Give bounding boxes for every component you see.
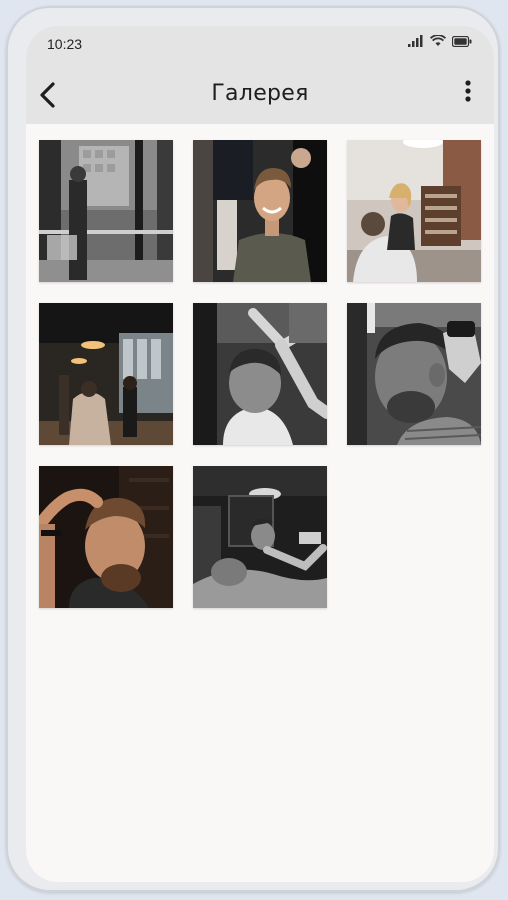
status-bar: 10:23	[26, 26, 494, 62]
status-icons	[408, 35, 472, 47]
photo-shave-bw-icon	[193, 466, 327, 608]
gallery-photo-styling-hair[interactable]	[39, 466, 173, 608]
photo-smiling-man-icon	[193, 140, 327, 282]
phone-frame: 10:23 Галерея	[6, 6, 500, 892]
photo-barbershop-interior-icon	[39, 303, 173, 445]
screen: 10:23 Галерея	[26, 26, 494, 882]
photo-trimming-side-icon	[347, 303, 481, 445]
photo-haircut-bw-icon	[193, 303, 327, 445]
page-title: Галерея	[211, 81, 309, 106]
gallery-photo-smiling-man[interactable]	[193, 140, 327, 282]
gallery-photo-salon-hairdresser[interactable]	[347, 140, 481, 282]
status-time: 10:23	[47, 36, 83, 52]
photo-salon-hairdresser-icon	[347, 140, 481, 282]
gallery-photo-shave-bw[interactable]	[193, 466, 327, 608]
gallery-photo-trimming-side[interactable]	[347, 303, 481, 445]
more-menu-button[interactable]	[458, 76, 478, 110]
photo-street-window-icon	[39, 140, 173, 282]
gallery-photo-haircut-bw[interactable]	[193, 303, 327, 445]
gallery-photo-barbershop-interior[interactable]	[39, 303, 173, 445]
more-vertical-icon	[465, 80, 471, 102]
photo-styling-hair-icon	[39, 466, 173, 608]
wifi-icon	[430, 35, 446, 46]
app-bar: Галерея	[26, 62, 494, 124]
battery-icon	[452, 35, 472, 47]
signal-icon	[408, 35, 423, 47]
gallery-photo-street-window[interactable]	[39, 140, 173, 282]
